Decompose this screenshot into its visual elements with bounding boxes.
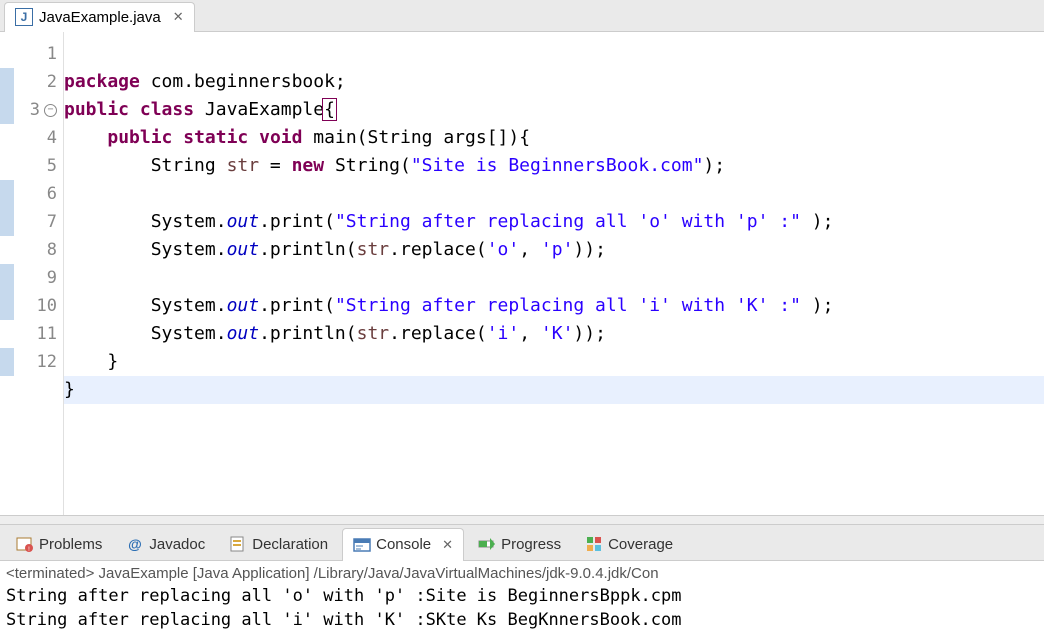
line-number: 9 [14,264,57,292]
pane-divider[interactable] [0,515,1044,525]
editor-tab-title: JavaExample.java [39,9,161,26]
line-number: 12 [14,348,57,376]
editor: 1 2 3− 4 5 6 7 8 9 10 11 12 package com.… [0,32,1044,515]
line-number: 10 [14,292,57,320]
editor-tab-bar: J JavaExample.java ✕ [0,0,1044,32]
tab-label: Coverage [608,536,673,553]
code-area[interactable]: package com.beginnersbook; public class … [64,32,1044,515]
progress-icon [478,535,496,553]
tab-label: Problems [39,536,102,553]
tab-problems[interactable]: ! Problems [6,528,112,561]
console-icon [353,536,371,554]
declaration-icon [229,535,247,553]
tab-progress[interactable]: Progress [468,528,571,561]
editor-tab-active[interactable]: J JavaExample.java ✕ [4,2,195,32]
bottom-tab-bar: ! Problems @ Javadoc Declaration Console… [0,525,1044,561]
line-number: 6 [14,180,57,208]
close-icon[interactable]: ✕ [173,9,184,25]
tab-console[interactable]: Console ✕ [342,528,464,561]
problems-icon: ! [16,535,34,553]
java-file-icon: J [15,8,33,26]
console-header: <terminated> JavaExample [Java Applicati… [6,565,1038,582]
line-number: 1 [14,40,57,68]
console-output-line: String after replacing all 'i' with 'K' … [6,608,1038,632]
tab-coverage[interactable]: Coverage [575,528,683,561]
tab-declaration[interactable]: Declaration [219,528,338,561]
fold-toggle-icon[interactable]: − [44,104,57,117]
tab-label: Progress [501,536,561,553]
marker-column [0,32,14,515]
tab-javadoc[interactable]: @ Javadoc [116,528,215,561]
tab-label: Javadoc [149,536,205,553]
console-panel: <terminated> JavaExample [Java Applicati… [0,561,1044,636]
line-number: 7 [14,208,57,236]
line-number: 5 [14,152,57,180]
coverage-icon [585,535,603,553]
line-number: 3− [14,96,57,124]
tab-label: Console [376,536,431,553]
console-output-line: String after replacing all 'o' with 'p' … [6,584,1038,608]
line-number-gutter: 1 2 3− 4 5 6 7 8 9 10 11 12 [14,32,64,515]
line-number: 2 [14,68,57,96]
javadoc-icon: @ [126,535,144,553]
tab-label: Declaration [252,536,328,553]
close-icon[interactable]: ✕ [442,537,453,553]
line-number: 4 [14,124,57,152]
line-number: 11 [14,320,57,348]
svg-text:@: @ [129,536,143,552]
line-number: 8 [14,236,57,264]
